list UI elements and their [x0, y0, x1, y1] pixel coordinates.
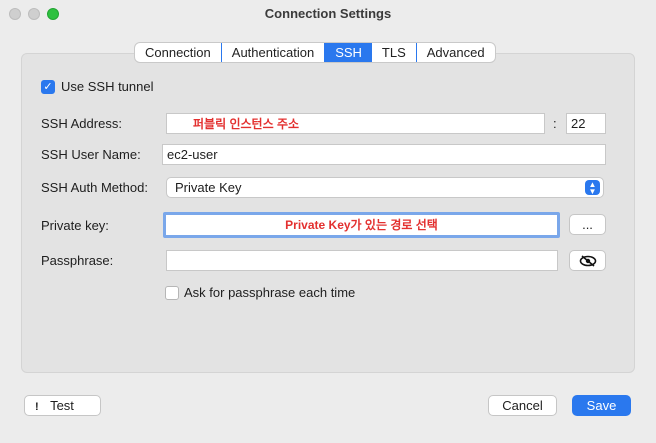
ssh-port-input[interactable]: 22 [566, 113, 606, 134]
ssh-address-annotation: 퍼블릭 인스턴스 주소 [193, 117, 300, 131]
use-ssh-tunnel-checkbox[interactable]: ✓ [41, 80, 55, 94]
ssh-auth-method-select[interactable]: Private Key ▲ ▼ [166, 177, 604, 198]
passphrase-label: Passphrase: [41, 253, 114, 268]
test-button-label: Test [50, 398, 74, 413]
tab-tls[interactable]: TLS [372, 43, 417, 62]
chevron-up-down-icon: ▲ ▼ [585, 180, 600, 196]
ssh-auth-method-value: Private Key [175, 180, 242, 195]
tab-advanced[interactable]: Advanced [417, 43, 495, 62]
test-button[interactable]: ! Test [24, 395, 101, 416]
cancel-button[interactable]: Cancel [488, 395, 557, 416]
use-ssh-tunnel-label: Use SSH tunnel [61, 79, 154, 94]
tab-authentication[interactable]: Authentication [222, 43, 326, 62]
warning-icon: ! [35, 401, 39, 413]
ask-passphrase-checkbox[interactable] [165, 286, 179, 300]
private-key-label: Private key: [41, 218, 109, 233]
ssh-user-name-label: SSH User Name: [41, 147, 141, 162]
browse-private-key-button[interactable]: ... [569, 214, 606, 235]
passphrase-input[interactable] [166, 250, 558, 271]
ssh-address-input[interactable]: 퍼블릭 인스턴스 주소 [166, 113, 545, 134]
ssh-user-name-input[interactable]: ec2-user [162, 144, 606, 165]
checkmark-icon: ✓ [43, 81, 53, 93]
save-button[interactable]: Save [572, 395, 631, 416]
tab-bar: Connection Authentication SSH TLS Advanc… [134, 42, 496, 63]
show-passphrase-button[interactable] [569, 250, 606, 271]
tab-connection[interactable]: Connection [135, 43, 222, 62]
ask-passphrase-label: Ask for passphrase each time [184, 285, 356, 300]
ssh-auth-method-label: SSH Auth Method: [41, 180, 148, 195]
title-bar: Connection Settings [0, 0, 656, 28]
window-title: Connection Settings [264, 6, 392, 21]
eye-slash-icon [579, 255, 596, 267]
ssh-settings-panel: ✓ Use SSH tunnel SSH Address: 퍼블릭 인스턴스 주… [21, 53, 635, 373]
private-key-annotation: Private Key가 있는 경로 선택 [285, 218, 438, 232]
private-key-input[interactable]: Private Key가 있는 경로 선택 [163, 212, 560, 238]
tab-ssh[interactable]: SSH [325, 43, 372, 62]
port-separator: : [553, 116, 557, 131]
ssh-address-label: SSH Address: [41, 116, 122, 131]
